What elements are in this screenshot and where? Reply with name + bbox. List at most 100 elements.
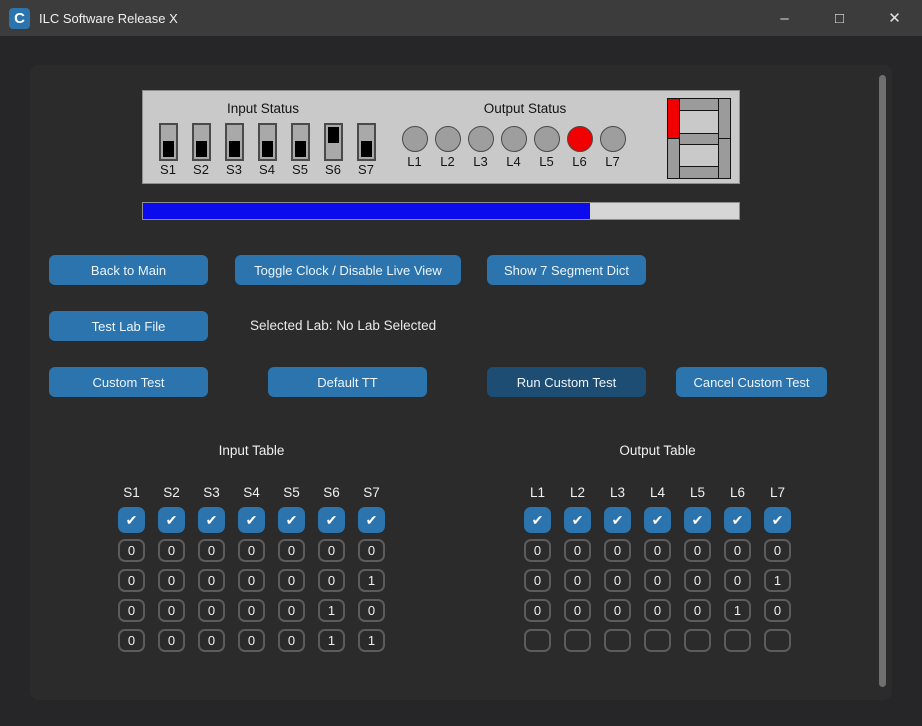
output-checkbox[interactable]: ✔ bbox=[564, 507, 591, 533]
input-cell[interactable]: 0 bbox=[118, 569, 145, 592]
output-cell[interactable]: 1 bbox=[724, 599, 751, 622]
output-cell[interactable]: 0 bbox=[764, 539, 791, 562]
input-cell[interactable]: 0 bbox=[198, 569, 225, 592]
input-cell[interactable]: 0 bbox=[238, 539, 265, 562]
input-cell[interactable]: 0 bbox=[158, 539, 185, 562]
input-cell[interactable]: 0 bbox=[238, 599, 265, 622]
output-checkbox[interactable]: ✔ bbox=[604, 507, 631, 533]
cancel-custom-test-button[interactable]: Cancel Custom Test bbox=[676, 367, 827, 397]
input-cell[interactable]: 0 bbox=[278, 629, 305, 652]
input-cell[interactable]: 0 bbox=[318, 539, 345, 562]
output-cell[interactable]: 0 bbox=[724, 569, 751, 592]
toggle-clock-button[interactable]: Toggle Clock / Disable Live View bbox=[235, 255, 461, 285]
toggle-switch-s5[interactable]: S5 bbox=[287, 123, 313, 177]
output-cell[interactable]: 0 bbox=[524, 539, 551, 562]
input-cell[interactable]: 0 bbox=[158, 629, 185, 652]
input-cell[interactable]: 0 bbox=[238, 569, 265, 592]
input-cell[interactable]: 0 bbox=[118, 539, 145, 562]
input-cell[interactable]: 0 bbox=[198, 629, 225, 652]
run-custom-test-button[interactable]: Run Custom Test bbox=[487, 367, 646, 397]
app-window: C ILC Software Release X – □ ✕ Input Sta… bbox=[0, 0, 922, 726]
input-cell[interactable]: 0 bbox=[118, 599, 145, 622]
toggle-switch-s7[interactable]: S7 bbox=[353, 123, 379, 177]
input-cell[interactable]: 0 bbox=[198, 539, 225, 562]
input-cell[interactable]: 0 bbox=[358, 539, 385, 562]
input-checkbox[interactable]: ✔ bbox=[318, 507, 345, 533]
maximize-button[interactable]: □ bbox=[812, 0, 867, 36]
led-l6: L6 bbox=[566, 126, 593, 169]
output-column-header: L3 bbox=[604, 485, 631, 500]
output-cell[interactable]: 0 bbox=[604, 599, 631, 622]
output-cell[interactable] bbox=[564, 629, 591, 652]
input-table-body: S1S2S3S4S5S6S7✔✔✔✔✔✔✔0000000000000100000… bbox=[118, 485, 385, 652]
output-cell[interactable]: 0 bbox=[644, 569, 671, 592]
output-checkbox[interactable]: ✔ bbox=[764, 507, 791, 533]
input-cell[interactable]: 0 bbox=[278, 539, 305, 562]
input-cell[interactable]: 1 bbox=[318, 629, 345, 652]
custom-test-button[interactable]: Custom Test bbox=[49, 367, 208, 397]
output-cell[interactable] bbox=[684, 629, 711, 652]
close-button[interactable]: ✕ bbox=[867, 0, 922, 36]
input-cell[interactable]: 0 bbox=[198, 599, 225, 622]
input-checkbox[interactable]: ✔ bbox=[158, 507, 185, 533]
output-cell[interactable]: 0 bbox=[644, 599, 671, 622]
output-cell[interactable]: 0 bbox=[764, 599, 791, 622]
output-cell[interactable]: 0 bbox=[684, 599, 711, 622]
segment-top bbox=[679, 98, 720, 111]
input-cell[interactable]: 0 bbox=[158, 599, 185, 622]
toggle-switch-s4[interactable]: S4 bbox=[254, 123, 280, 177]
input-cell[interactable]: 0 bbox=[278, 599, 305, 622]
default-tt-button[interactable]: Default TT bbox=[268, 367, 427, 397]
output-cell[interactable]: 0 bbox=[564, 599, 591, 622]
output-cell[interactable]: 0 bbox=[524, 599, 551, 622]
show-7-segment-dict-button[interactable]: Show 7 Segment Dict bbox=[487, 255, 646, 285]
toggle-switch-s2[interactable]: S2 bbox=[188, 123, 214, 177]
output-cell[interactable] bbox=[524, 629, 551, 652]
minimize-button[interactable]: – bbox=[757, 0, 812, 36]
input-cell[interactable]: 1 bbox=[358, 629, 385, 652]
input-checkbox[interactable]: ✔ bbox=[118, 507, 145, 533]
input-checkbox[interactable]: ✔ bbox=[238, 507, 265, 533]
output-cell[interactable]: 0 bbox=[644, 539, 671, 562]
output-cell[interactable]: 0 bbox=[724, 539, 751, 562]
led-indicator bbox=[501, 126, 527, 152]
output-cell[interactable]: 0 bbox=[564, 539, 591, 562]
output-checkbox[interactable]: ✔ bbox=[724, 507, 751, 533]
output-checkbox[interactable]: ✔ bbox=[524, 507, 551, 533]
output-cell[interactable]: 0 bbox=[604, 569, 631, 592]
back-to-main-button[interactable]: Back to Main bbox=[49, 255, 208, 285]
toggle-switch-s1[interactable]: S1 bbox=[155, 123, 181, 177]
input-cell[interactable]: 0 bbox=[358, 599, 385, 622]
vertical-scrollbar-thumb[interactable] bbox=[879, 75, 886, 687]
output-cell[interactable] bbox=[604, 629, 631, 652]
output-cell[interactable]: 0 bbox=[604, 539, 631, 562]
input-cell[interactable]: 1 bbox=[358, 569, 385, 592]
output-cell[interactable]: 0 bbox=[524, 569, 551, 592]
test-lab-file-button[interactable]: Test Lab File bbox=[49, 311, 208, 341]
input-cell[interactable]: 0 bbox=[278, 569, 305, 592]
input-cell[interactable]: 0 bbox=[318, 569, 345, 592]
switch-label: S2 bbox=[193, 162, 209, 177]
output-cell[interactable] bbox=[644, 629, 671, 652]
input-checkbox[interactable]: ✔ bbox=[278, 507, 305, 533]
input-checkbox[interactable]: ✔ bbox=[198, 507, 225, 533]
input-column-header: S3 bbox=[198, 485, 225, 500]
output-cell[interactable] bbox=[724, 629, 751, 652]
input-cell[interactable]: 1 bbox=[318, 599, 345, 622]
switch-body bbox=[225, 123, 244, 161]
seven-segment-display bbox=[667, 98, 731, 179]
output-cell[interactable] bbox=[764, 629, 791, 652]
output-checkbox[interactable]: ✔ bbox=[644, 507, 671, 533]
toggle-switch-s3[interactable]: S3 bbox=[221, 123, 247, 177]
output-checkbox[interactable]: ✔ bbox=[684, 507, 711, 533]
input-cell[interactable]: 0 bbox=[238, 629, 265, 652]
output-cell[interactable]: 0 bbox=[684, 539, 711, 562]
output-cell[interactable]: 1 bbox=[764, 569, 791, 592]
input-cell[interactable]: 0 bbox=[118, 629, 145, 652]
progress-bar-fill bbox=[143, 203, 590, 219]
input-cell[interactable]: 0 bbox=[158, 569, 185, 592]
output-cell[interactable]: 0 bbox=[684, 569, 711, 592]
output-cell[interactable]: 0 bbox=[564, 569, 591, 592]
toggle-switch-s6[interactable]: S6 bbox=[320, 123, 346, 177]
input-checkbox[interactable]: ✔ bbox=[358, 507, 385, 533]
